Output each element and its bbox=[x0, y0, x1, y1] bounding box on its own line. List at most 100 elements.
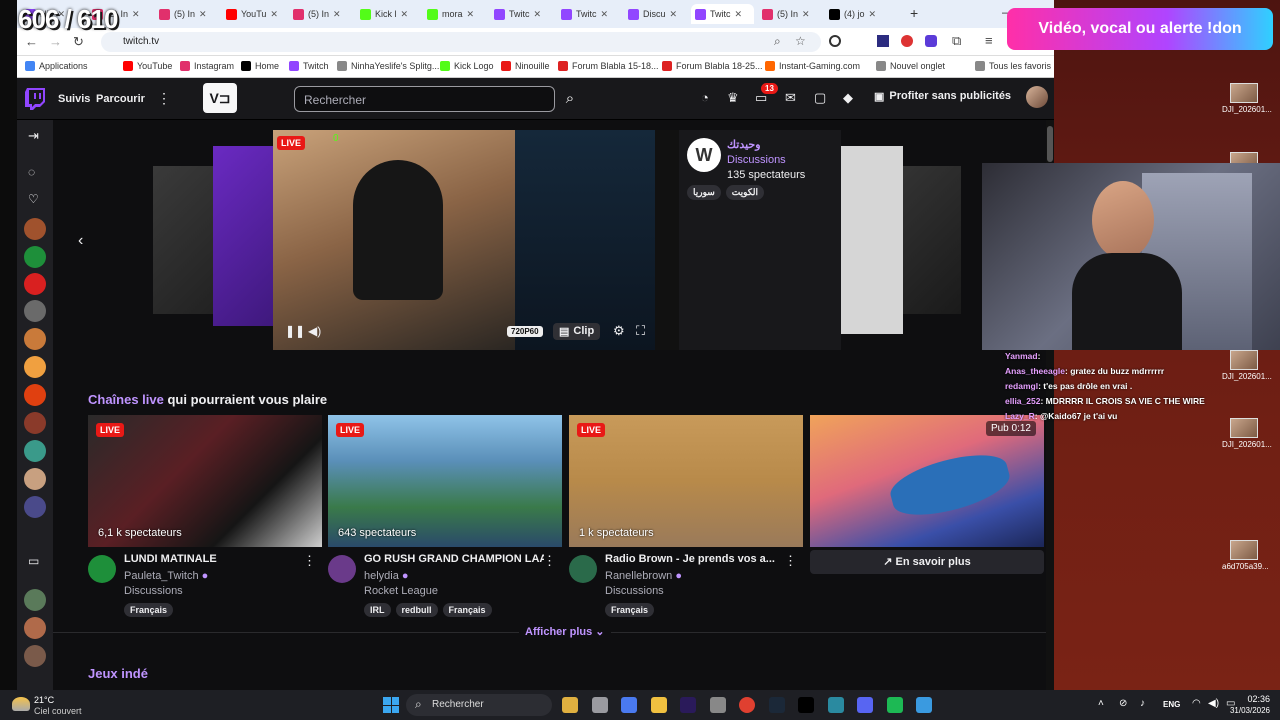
tag[interactable]: Français bbox=[605, 603, 655, 617]
game-icon[interactable] bbox=[709, 697, 726, 713]
mail-icon[interactable]: ✉ bbox=[785, 90, 796, 106]
tag[interactable]: redbull bbox=[395, 603, 438, 617]
chevron-up-icon[interactable]: ˄ bbox=[1098, 698, 1104, 709]
sidebar-channel-avatar[interactable] bbox=[24, 645, 46, 667]
channel-name[interactable]: Pauleta_Twitch ● bbox=[124, 570, 208, 582]
weather-desc[interactable]: Ciel couvert bbox=[34, 706, 82, 716]
new-tab-button[interactable]: + bbox=[910, 5, 918, 21]
prime-button[interactable]: ▣ Profiter sans publicités bbox=[874, 90, 1011, 103]
carousel-side-item[interactable] bbox=[903, 166, 961, 314]
stream-card-thumbnail[interactable]: LIVE 6,1 k spectateurs bbox=[88, 415, 322, 547]
volume-icon[interactable]: ◀) bbox=[1208, 698, 1219, 709]
bookmark-item[interactable]: Tous les favoris bbox=[975, 61, 1051, 71]
sidebar-channel-avatar[interactable] bbox=[24, 589, 46, 611]
heart-icon[interactable]: ♡ bbox=[28, 192, 39, 206]
more-options-icon[interactable]: ⋮ bbox=[303, 553, 316, 569]
close-tab-icon[interactable]: ✕ bbox=[601, 9, 609, 20]
app-icon[interactable] bbox=[827, 697, 844, 713]
ad-cta-button[interactable]: ↗ En savoir plus bbox=[810, 550, 1044, 574]
featured-stream-player[interactable]: LIVE 0 ❚❚ ◀) 720P60 ▤ Clip ⚙ ⛶ bbox=[273, 130, 679, 350]
photos-icon[interactable] bbox=[916, 697, 932, 713]
close-tab-icon[interactable]: ✕ bbox=[199, 9, 207, 20]
desktop-file[interactable]: DJI_202601... bbox=[1222, 83, 1272, 114]
menu-icon[interactable]: ≡ bbox=[985, 33, 993, 48]
sidebar-channel-avatar[interactable] bbox=[24, 356, 46, 378]
back-icon[interactable]: ← bbox=[25, 34, 38, 49]
discord-icon[interactable] bbox=[857, 697, 873, 713]
user-avatar[interactable] bbox=[1026, 86, 1048, 108]
close-tab-icon[interactable]: ✕ bbox=[401, 9, 409, 20]
browser-tab[interactable]: mora ✕ bbox=[423, 4, 486, 24]
tag[interactable]: الكويت bbox=[725, 185, 765, 200]
bookmark-item[interactable]: Nouvel onglet bbox=[876, 61, 945, 71]
zoom-icon[interactable]: ⌕ bbox=[774, 34, 781, 49]
channel-avatar[interactable] bbox=[569, 555, 597, 583]
bookmark-item[interactable]: Forum Blabla 15-18... bbox=[558, 61, 659, 71]
twitch-logo-icon[interactable] bbox=[25, 88, 45, 110]
following-icon[interactable]: ◌ bbox=[28, 165, 35, 179]
close-tab-icon[interactable]: ✕ bbox=[735, 9, 743, 20]
desktop-file[interactable]: a6d705a39... bbox=[1222, 540, 1269, 571]
close-tab-icon[interactable]: ✕ bbox=[869, 9, 877, 20]
start-icon[interactable] bbox=[383, 697, 399, 713]
sidebar-channel-avatar[interactable] bbox=[24, 246, 46, 268]
search-input[interactable]: Rechercher bbox=[294, 86, 555, 112]
channel-avatar[interactable] bbox=[328, 555, 356, 583]
tag[interactable]: IRL bbox=[364, 603, 391, 617]
more-icon[interactable]: ⋮ bbox=[157, 90, 171, 107]
extension-icon[interactable] bbox=[901, 35, 913, 47]
video-icon[interactable]: ▭ bbox=[28, 554, 39, 568]
clock-date[interactable]: 31/03/2026 bbox=[1222, 706, 1270, 715]
close-tab-icon[interactable]: ✕ bbox=[467, 9, 475, 20]
browser-tab[interactable]: (5) In ✕ bbox=[155, 4, 218, 24]
bookmark-item[interactable]: YouTube bbox=[123, 61, 172, 71]
tag[interactable]: Français bbox=[442, 603, 492, 617]
forward-icon[interactable]: → bbox=[49, 34, 62, 49]
clock-time[interactable]: 02:36 bbox=[1222, 694, 1270, 704]
extension-logo-icon[interactable]: V⊐ bbox=[203, 83, 237, 113]
bits-icon[interactable]: ◆ bbox=[843, 90, 853, 106]
show-more-button[interactable]: Afficher plus ⌄ bbox=[519, 625, 611, 638]
section-title-highlight[interactable]: Chaînes live bbox=[88, 392, 164, 407]
sidebar-channel-avatar[interactable] bbox=[24, 384, 46, 406]
featured-avatar[interactable]: W bbox=[687, 138, 721, 172]
close-tab-icon[interactable]: ✕ bbox=[534, 9, 542, 20]
close-tab-icon[interactable]: ✕ bbox=[270, 9, 278, 20]
taskbar-search[interactable]: ⌕ Rechercher bbox=[406, 694, 552, 716]
browser-tab[interactable]: YouTu ✕ bbox=[222, 4, 285, 24]
more-options-icon[interactable]: ⋮ bbox=[784, 553, 797, 569]
browser-tab[interactable]: (5) In ✕ bbox=[758, 4, 821, 24]
bookmark-item[interactable]: Instagram bbox=[180, 61, 234, 71]
sidebar-channel-avatar[interactable] bbox=[24, 273, 46, 295]
channel-avatar[interactable] bbox=[88, 555, 116, 583]
nav-browse[interactable]: Parcourir bbox=[96, 93, 145, 105]
tag[interactable]: سوريا bbox=[687, 185, 721, 200]
browser-tab[interactable]: Kick l ✕ bbox=[356, 4, 419, 24]
bookmark-item[interactable]: Forum Blabla 18-25... bbox=[662, 61, 763, 71]
shield-icon[interactable] bbox=[925, 35, 937, 47]
ad-thumbnail[interactable]: Pub 0:12 bbox=[810, 415, 1044, 547]
bookmark-item[interactable]: Instant-Gaming.com bbox=[765, 61, 860, 71]
featured-channel[interactable]: وحيدتك bbox=[727, 138, 761, 151]
browser-tab[interactable]: Twitc ✕ bbox=[490, 4, 553, 24]
bookmark-item[interactable]: Kick Logo bbox=[440, 61, 494, 71]
nav-following[interactable]: Suivis bbox=[58, 93, 90, 105]
chrome-icon[interactable] bbox=[739, 697, 755, 713]
spotify-icon[interactable] bbox=[886, 697, 903, 713]
sidebar-channel-avatar[interactable] bbox=[24, 440, 46, 462]
stream-title[interactable]: LUNDI MATINALE bbox=[124, 553, 304, 565]
bookmark-item[interactable]: Home bbox=[241, 61, 279, 71]
search-icon[interactable]: ⌕ bbox=[557, 86, 583, 112]
browser-tab[interactable]: Twitc ✕ bbox=[557, 4, 620, 24]
weather-temp[interactable]: 21°C bbox=[34, 695, 54, 705]
browser-tab[interactable]: Twitc ✕ bbox=[691, 4, 754, 24]
featured-category[interactable]: Discussions bbox=[727, 154, 786, 166]
next-section-title[interactable]: Jeux indé bbox=[88, 666, 148, 681]
browser-tab[interactable]: Discu ✕ bbox=[624, 4, 687, 24]
scrollbar-thumb[interactable] bbox=[1047, 126, 1053, 162]
close-tab-icon[interactable]: ✕ bbox=[333, 9, 341, 20]
settings-icon[interactable]: ⚙ bbox=[613, 323, 625, 339]
sidebar-channel-avatar[interactable] bbox=[24, 412, 46, 434]
stream-title[interactable]: GO RUSH GRAND CHAMPION LAA... bbox=[364, 553, 544, 565]
browser-tab[interactable]: (4) jo ✕ bbox=[825, 4, 888, 24]
